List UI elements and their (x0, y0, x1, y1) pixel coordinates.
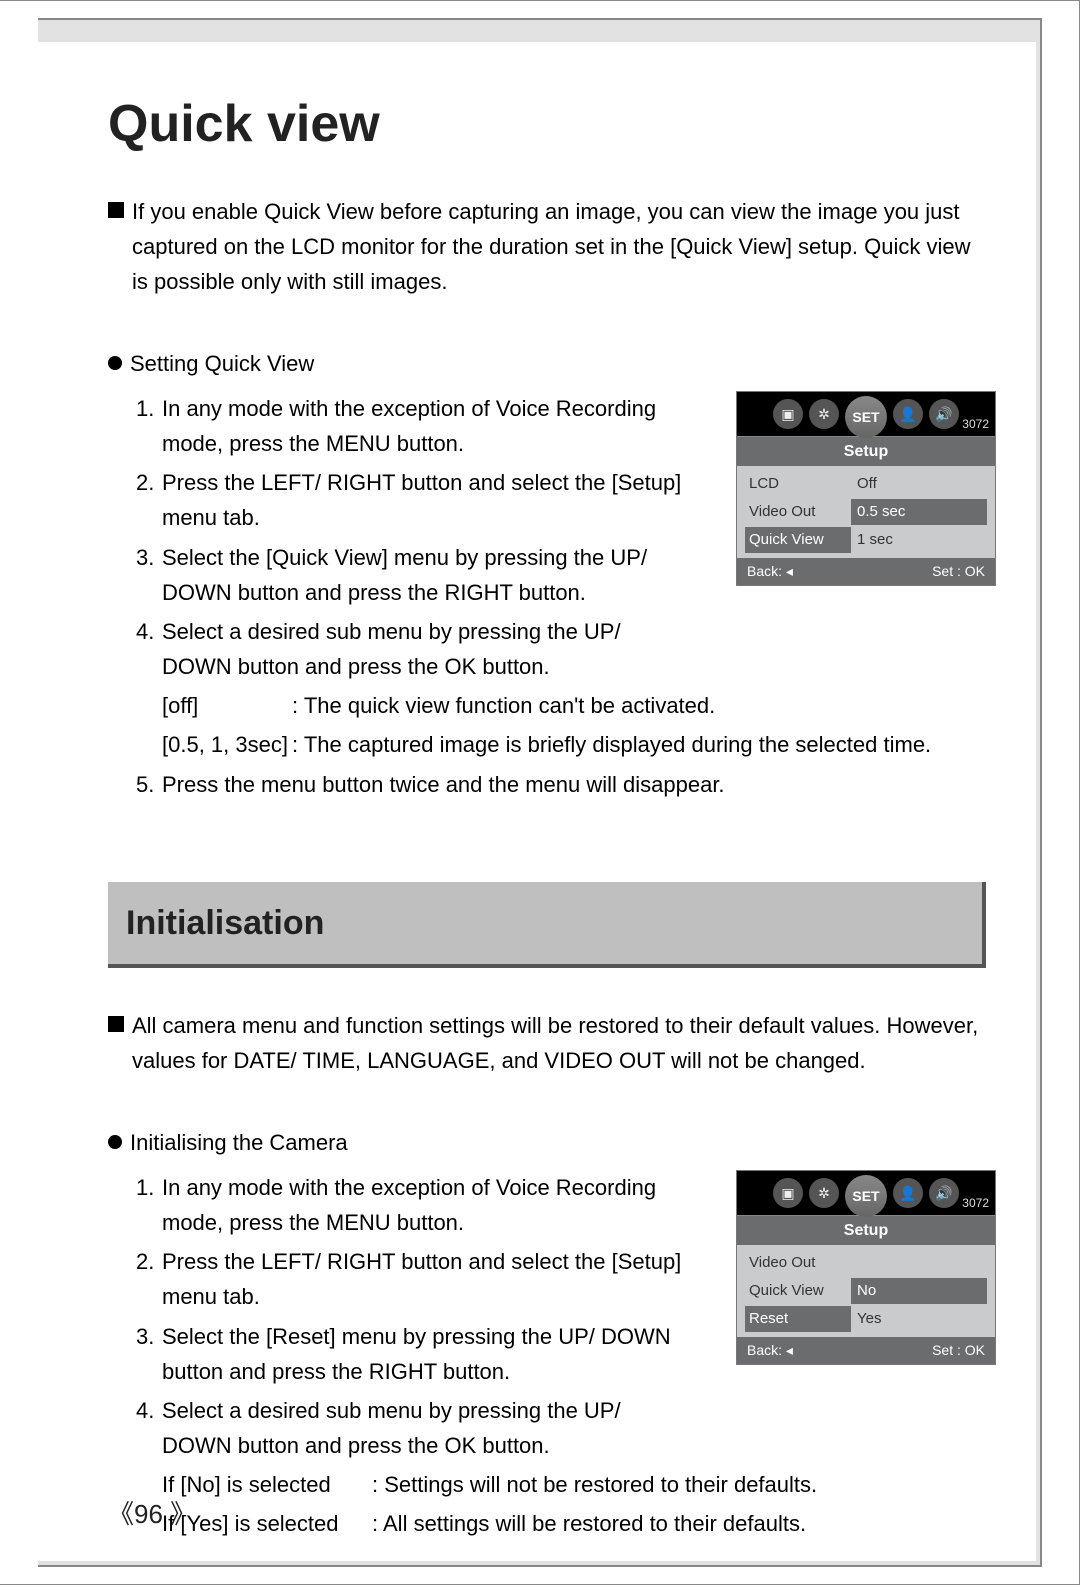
step-number: 2. (136, 465, 162, 535)
content-area: Quick view If you enable Quick View befo… (38, 42, 1036, 1561)
lcd-menu-title: Setup (737, 1215, 995, 1246)
step-text: In any mode with the exception of Voice … (162, 1170, 696, 1240)
init-intro-text: All camera menu and function settings wi… (132, 1008, 986, 1078)
init-heading: Initialising the Camera (130, 1125, 348, 1160)
square-bullet-icon (108, 202, 124, 218)
lcd-tab-icon: 👤 (893, 1178, 923, 1208)
option-label: [0.5, 1, 3sec] (162, 727, 292, 762)
round-bullet-icon (108, 1135, 122, 1149)
option-label: [off] (162, 688, 292, 723)
lcd-set-label: Set : OK (932, 560, 985, 582)
lcd-tab-set-icon: SET (845, 1175, 887, 1217)
option-desc: : The quick view function can't be activ… (292, 688, 715, 723)
lcd-tab-icon: 🔊 (929, 1178, 959, 1208)
lcd-cell: Quick View (745, 1278, 851, 1304)
option-desc: : The captured image is briefly displaye… (292, 727, 931, 762)
page-number: 《96 》 (108, 1494, 196, 1531)
lcd-tabbar: ▣ ✲ SET 👤 🔊 3072 (737, 1171, 995, 1215)
lcd-row: Video Out0.5 sec (745, 498, 987, 526)
step-number: 2. (136, 1244, 162, 1314)
square-bullet-icon (108, 1016, 124, 1032)
init-heading-block: Initialising the Camera (108, 1125, 986, 1160)
qv-heading: Setting Quick View (130, 346, 314, 381)
lcd-cell: Yes (851, 1306, 987, 1332)
step-text: Select the [Quick View] menu by pressing… (162, 540, 696, 610)
lcd-menu-body: Video Out Quick ViewNo ResetYes (737, 1245, 995, 1337)
step-text: Select a desired sub menu by pressing th… (162, 614, 696, 684)
lcd-row: Video Out (745, 1249, 987, 1277)
lcd-cell-selected: Reset (745, 1306, 851, 1332)
lcd-cell: 1 sec (851, 527, 987, 553)
step-text: Select the [Reset] menu by pressing the … (162, 1319, 696, 1389)
lcd-cell-selected: No (851, 1278, 987, 1304)
lcd-tab-icon: ▣ (773, 399, 803, 429)
step-text: In any mode with the exception of Voice … (162, 391, 696, 461)
option-desc: : All settings will be restored to their… (372, 1506, 806, 1541)
round-bullet-icon (108, 356, 122, 370)
lcd-tab-set-icon: SET (845, 396, 887, 438)
lcd-footer: Back: ◂ Set : OK (737, 1337, 995, 1363)
step-text: Press the LEFT/ RIGHT button and select … (162, 1244, 696, 1314)
lcd-row: Quick View1 sec (745, 526, 987, 554)
intro-block: If you enable Quick View before capturin… (108, 194, 986, 300)
step-number: 3. (136, 540, 162, 610)
lcd-mockup-quickview: ▣ ✲ SET 👤 🔊 3072 Setup LCDOff Video Out0… (736, 391, 996, 586)
option-desc: : Settings will not be restored to their… (372, 1467, 817, 1502)
intro-text: If you enable Quick View before capturin… (132, 194, 986, 300)
lcd-back-label: Back: ◂ (747, 560, 793, 582)
lcd-cell: Video Out (745, 499, 851, 525)
section-header-initialisation: Initialisation (108, 882, 986, 968)
lcd-resolution: 3072 (962, 1194, 989, 1213)
lcd-back-label: Back: ◂ (747, 1339, 793, 1361)
lcd-tab-ic -icon: ▣ (773, 1178, 803, 1208)
lcd-tab-icon: 🔊 (929, 399, 959, 429)
step-number: 3. (136, 1319, 162, 1389)
lcd-tabbar: ▣ ✲ SET 👤 🔊 3072 (737, 392, 995, 436)
page-title: Quick view (108, 94, 986, 154)
lcd-cell: LCD (745, 471, 851, 497)
init-intro-block: All camera menu and function settings wi… (108, 1008, 986, 1078)
step-number: 1. (136, 1170, 162, 1240)
step-number: 5. (136, 767, 162, 802)
lcd-tab-icon: 👤 (893, 399, 923, 429)
lcd-menu-title: Setup (737, 436, 995, 467)
lcd-row: ResetYes (745, 1305, 987, 1333)
step-text: Press the LEFT/ RIGHT button and select … (162, 465, 696, 535)
lcd-tab-icon: ✲ (809, 399, 839, 429)
lcd-cell: Video Out (745, 1250, 851, 1276)
step-text: Press the menu button twice and the menu… (162, 767, 986, 802)
lcd-row: Quick ViewNo (745, 1277, 987, 1305)
step-text: Select a desired sub menu by pressing th… (162, 1393, 696, 1463)
lcd-set-label: Set : OK (932, 1339, 985, 1361)
lcd-tab-icon: ✲ (809, 1178, 839, 1208)
lcd-menu-body: LCDOff Video Out0.5 sec Quick View1 sec (737, 466, 995, 558)
step-number: 1. (136, 391, 162, 461)
lcd-resolution: 3072 (962, 415, 989, 434)
lcd-cell: Off (851, 471, 987, 497)
lcd-footer: Back: ◂ Set : OK (737, 558, 995, 584)
lcd-cell-selected: Quick View (745, 527, 851, 553)
qv-heading-block: Setting Quick View (108, 346, 986, 381)
lcd-cell-selected: 0.5 sec (851, 499, 987, 525)
step-number: 4. (136, 614, 162, 684)
step-number: 4. (136, 1393, 162, 1463)
page-inner-border: Quick view If you enable Quick View befo… (38, 18, 1042, 1567)
lcd-row: LCDOff (745, 470, 987, 498)
lcd-cell (851, 1262, 987, 1264)
lcd-mockup-reset: ▣ ✲ SET 👤 🔊 3072 Setup Video Out Quick V… (736, 1170, 996, 1365)
